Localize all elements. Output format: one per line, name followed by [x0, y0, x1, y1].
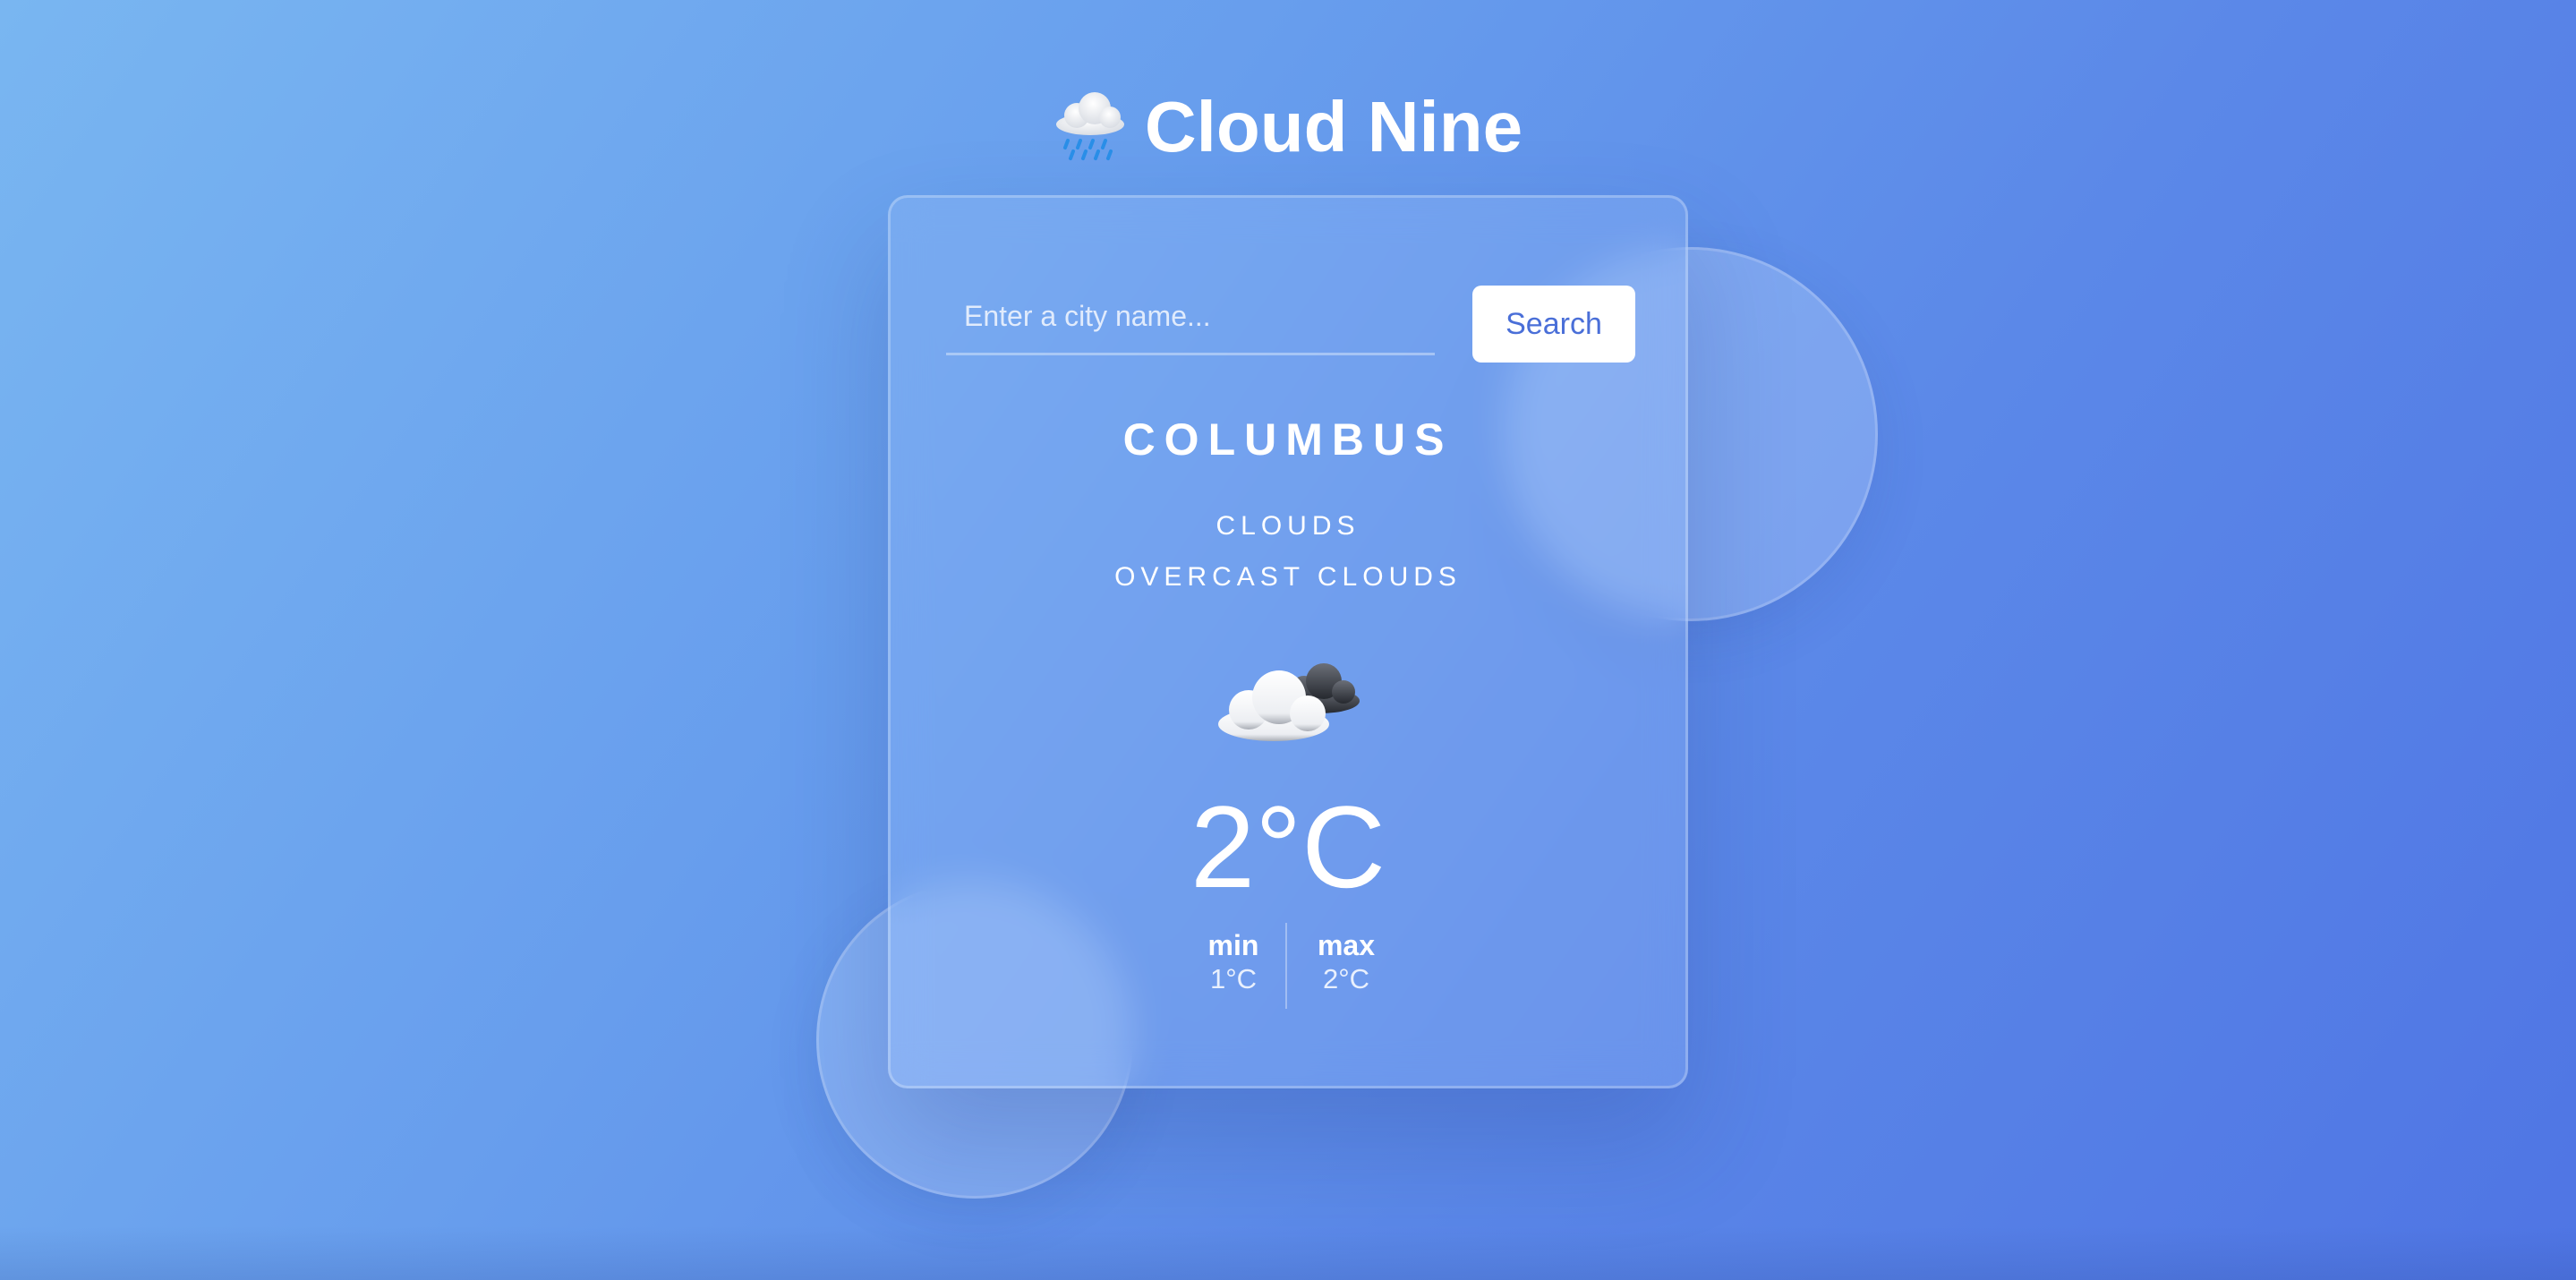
weather-description: OVERCAST CLOUDS [1114, 562, 1462, 592]
app-title-text: Cloud Nine [1144, 87, 1523, 166]
max-temperature: max 2°C [1275, 928, 1418, 996]
max-label: max [1317, 929, 1376, 961]
max-value: 2°C [1322, 963, 1370, 994]
overcast-clouds-icon [1215, 654, 1367, 753]
background-bottom-shade [0, 1226, 2576, 1280]
search-button[interactable]: Search [1472, 286, 1635, 363]
app-title: Cloud Nine [0, 82, 2576, 172]
weather-card: Search COLUMBUS CLOUDS OVERCAST CLOUDS [888, 195, 1688, 1088]
city-search-input[interactable] [946, 280, 1435, 355]
city-name: COLUMBUS [1122, 414, 1454, 465]
weather-condition: CLOUDS [1215, 511, 1361, 541]
cloud-rain-icon [1053, 85, 1127, 162]
current-temperature: 2°C [1190, 781, 1386, 912]
temperature-range: min 1°C max 2°C [891, 923, 1685, 1009]
